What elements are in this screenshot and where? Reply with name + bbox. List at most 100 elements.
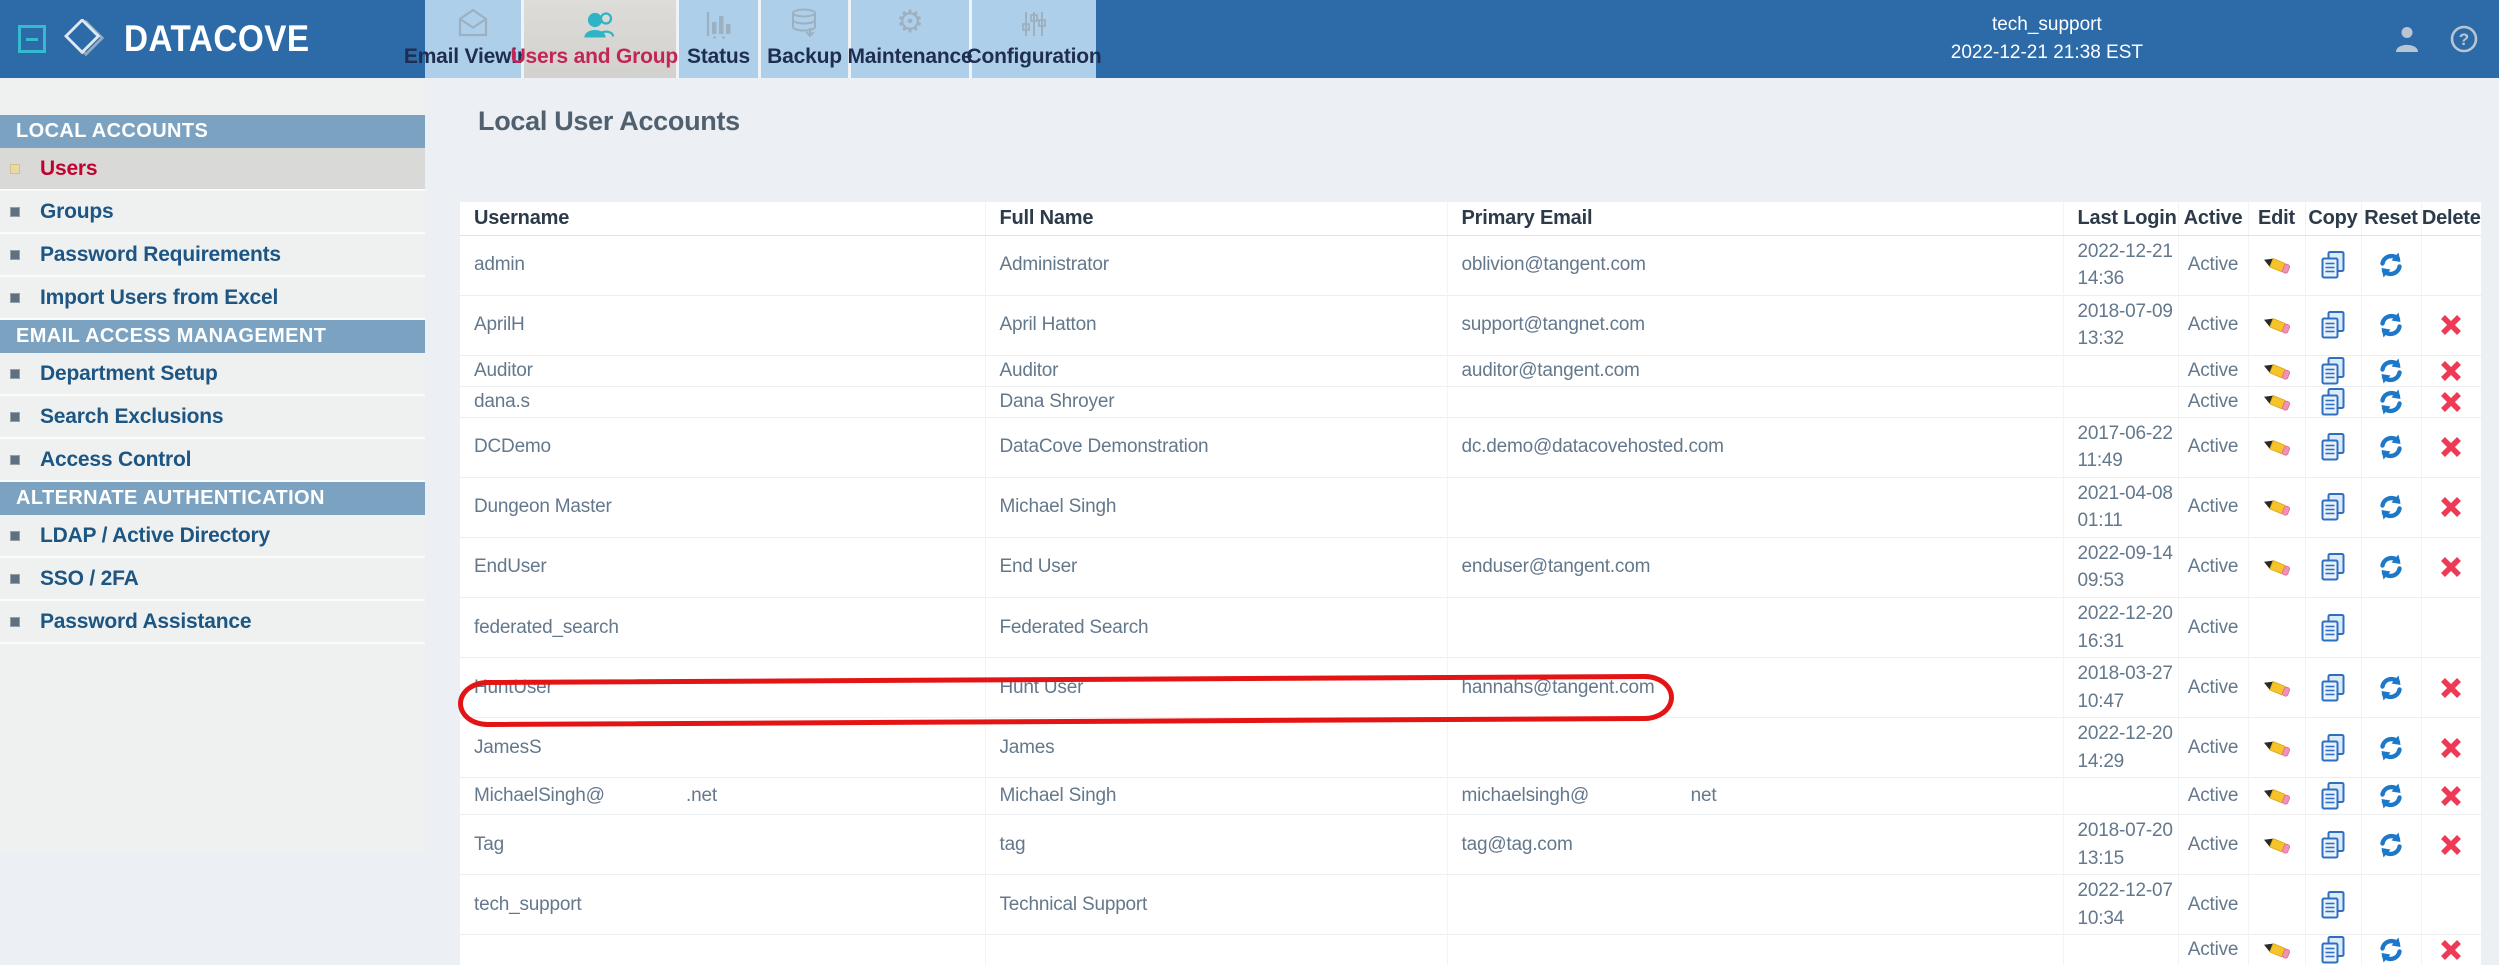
delete-icon[interactable]	[2439, 435, 2463, 459]
edit-icon[interactable]	[2262, 781, 2292, 811]
cell-primary-email: tag@tag.com	[1446, 814, 2063, 875]
edit-icon[interactable]	[2262, 552, 2292, 582]
edit-icon[interactable]	[2262, 492, 2292, 522]
database-icon	[788, 3, 822, 39]
edit-icon[interactable]	[2262, 432, 2292, 462]
cell-active-status: Active	[2177, 536, 2248, 598]
reset-icon[interactable]	[2377, 311, 2405, 339]
reset-icon[interactable]	[2377, 553, 2405, 581]
sidebar-item-password-requirements[interactable]: Password Requirements	[0, 234, 425, 277]
sidebar-item-ldap-active-directory[interactable]: LDAP / Active Directory	[0, 515, 425, 558]
edit-icon[interactable]	[2262, 387, 2292, 417]
cell-username: JamesS	[460, 717, 985, 778]
help-icon[interactable]	[2449, 24, 2479, 54]
reset-icon[interactable]	[2377, 357, 2405, 385]
reset-icon[interactable]	[2377, 782, 2405, 810]
delete-icon[interactable]	[2439, 736, 2463, 760]
reset-icon[interactable]	[2377, 493, 2405, 521]
reset-icon[interactable]	[2377, 936, 2405, 964]
delete-icon[interactable]	[2439, 495, 2463, 519]
cell-last-login: 2017-06-22 11:49	[2062, 416, 2178, 478]
cell-last-login: 2022-12-07 10:34	[2062, 874, 2178, 935]
edit-icon[interactable]	[2262, 935, 2292, 965]
cell-active-status: Active	[2177, 416, 2248, 478]
bullet-icon	[10, 206, 20, 217]
sidebar-item-import-users-from-excel[interactable]: Import Users from Excel	[0, 277, 425, 320]
sidebar-item-groups[interactable]: Groups	[0, 191, 425, 234]
bullet-icon	[10, 616, 20, 627]
tab-configuration[interactable]: Configuration	[966, 0, 1102, 78]
copy-icon[interactable]	[2319, 673, 2347, 703]
copy-icon[interactable]	[2319, 387, 2347, 417]
cell-last-login	[2062, 385, 2178, 418]
sidebar-item-users[interactable]: Users	[0, 148, 425, 191]
sidebar-item-label: Groups	[40, 199, 114, 223]
copy-icon[interactable]	[2319, 552, 2347, 582]
edit-icon[interactable]	[2262, 733, 2292, 763]
delete-icon[interactable]	[2439, 938, 2463, 962]
cell-full-name: April Hatton	[984, 294, 1447, 356]
delete-icon[interactable]	[2439, 784, 2463, 808]
cell-username: AprilH	[460, 294, 985, 356]
table-row: AprilH April Hatton support@tangnet.com …	[460, 294, 2481, 356]
reset-icon[interactable]	[2377, 831, 2405, 859]
table-row: JamesS James 2022-12-20 14:29 Active	[460, 717, 2481, 778]
copy-icon[interactable]	[2319, 830, 2347, 860]
account-icon[interactable]	[2393, 24, 2421, 54]
sidebar-item-access-control[interactable]: Access Control	[0, 439, 425, 482]
copy-icon[interactable]	[2319, 733, 2347, 763]
table-row: Dungeon Master Michael Singh 2021-04-08 …	[460, 476, 2481, 538]
bullet-icon	[10, 454, 20, 465]
edit-icon[interactable]	[2262, 830, 2292, 860]
delete-icon[interactable]	[2439, 833, 2463, 857]
delete-icon[interactable]	[2439, 676, 2463, 700]
copy-icon[interactable]	[2319, 890, 2347, 920]
cell-full-name: James	[984, 717, 1447, 778]
table-row: DCDemo DataCove Demonstration dc.demo@da…	[460, 416, 2481, 478]
copy-icon[interactable]	[2319, 935, 2347, 965]
tab-users-and-groups[interactable]: Users and Groups	[511, 0, 690, 78]
edit-icon[interactable]	[2262, 356, 2292, 386]
copy-icon[interactable]	[2319, 250, 2347, 280]
copy-icon[interactable]	[2319, 781, 2347, 811]
tab-maintenance[interactable]: ⚙ Maintenance	[848, 0, 973, 78]
table-row: Active	[460, 934, 2481, 965]
cell-active-status: Active	[2177, 294, 2248, 356]
edit-icon[interactable]	[2262, 310, 2292, 340]
cell-full-name: tag	[984, 814, 1447, 875]
copy-icon[interactable]	[2319, 356, 2347, 386]
delete-icon[interactable]	[2439, 359, 2463, 383]
cell-active-status: Active	[2177, 717, 2248, 778]
sidebar-item-sso-2fa[interactable]: SSO / 2FA	[0, 558, 425, 601]
sidebar-item-department-setup[interactable]: Department Setup	[0, 353, 425, 396]
copy-icon[interactable]	[2319, 310, 2347, 340]
delete-icon[interactable]	[2439, 313, 2463, 337]
tab-status[interactable]: Status	[679, 0, 758, 78]
reset-icon[interactable]	[2377, 251, 2405, 279]
cell-full-name: Michael Singh	[984, 777, 1447, 815]
table-row: admin Administrator oblivion@tangent.com…	[460, 234, 2481, 296]
copy-icon[interactable]	[2319, 432, 2347, 462]
reset-icon[interactable]	[2377, 433, 2405, 461]
tab-backup[interactable]: Backup	[761, 0, 848, 78]
edit-icon[interactable]	[2262, 250, 2292, 280]
delete-icon[interactable]	[2439, 555, 2463, 579]
reset-icon[interactable]	[2377, 734, 2405, 762]
edit-icon[interactable]	[2262, 673, 2292, 703]
cell-primary-email	[1446, 934, 2063, 965]
sidebar-item-password-assistance[interactable]: Password Assistance	[0, 601, 425, 644]
sidebar-item-search-exclusions[interactable]: Search Exclusions	[0, 396, 425, 439]
bullet-icon	[10, 163, 20, 174]
table-row: EndUser End User enduser@tangent.com 202…	[460, 536, 2481, 598]
delete-icon[interactable]	[2439, 390, 2463, 414]
collapse-sidebar-icon[interactable]	[18, 25, 46, 53]
tab-email-viewing[interactable]: Email Viewing	[404, 0, 542, 78]
cell-username: admin	[460, 234, 985, 296]
cell-full-name: DataCove Demonstration	[984, 416, 1447, 478]
tab-label: Backup	[767, 45, 842, 68]
copy-icon[interactable]	[2319, 492, 2347, 522]
sidebar-item-label: LDAP / Active Directory	[40, 523, 270, 547]
reset-icon[interactable]	[2377, 674, 2405, 702]
reset-icon[interactable]	[2377, 388, 2405, 416]
copy-icon[interactable]	[2319, 613, 2347, 643]
